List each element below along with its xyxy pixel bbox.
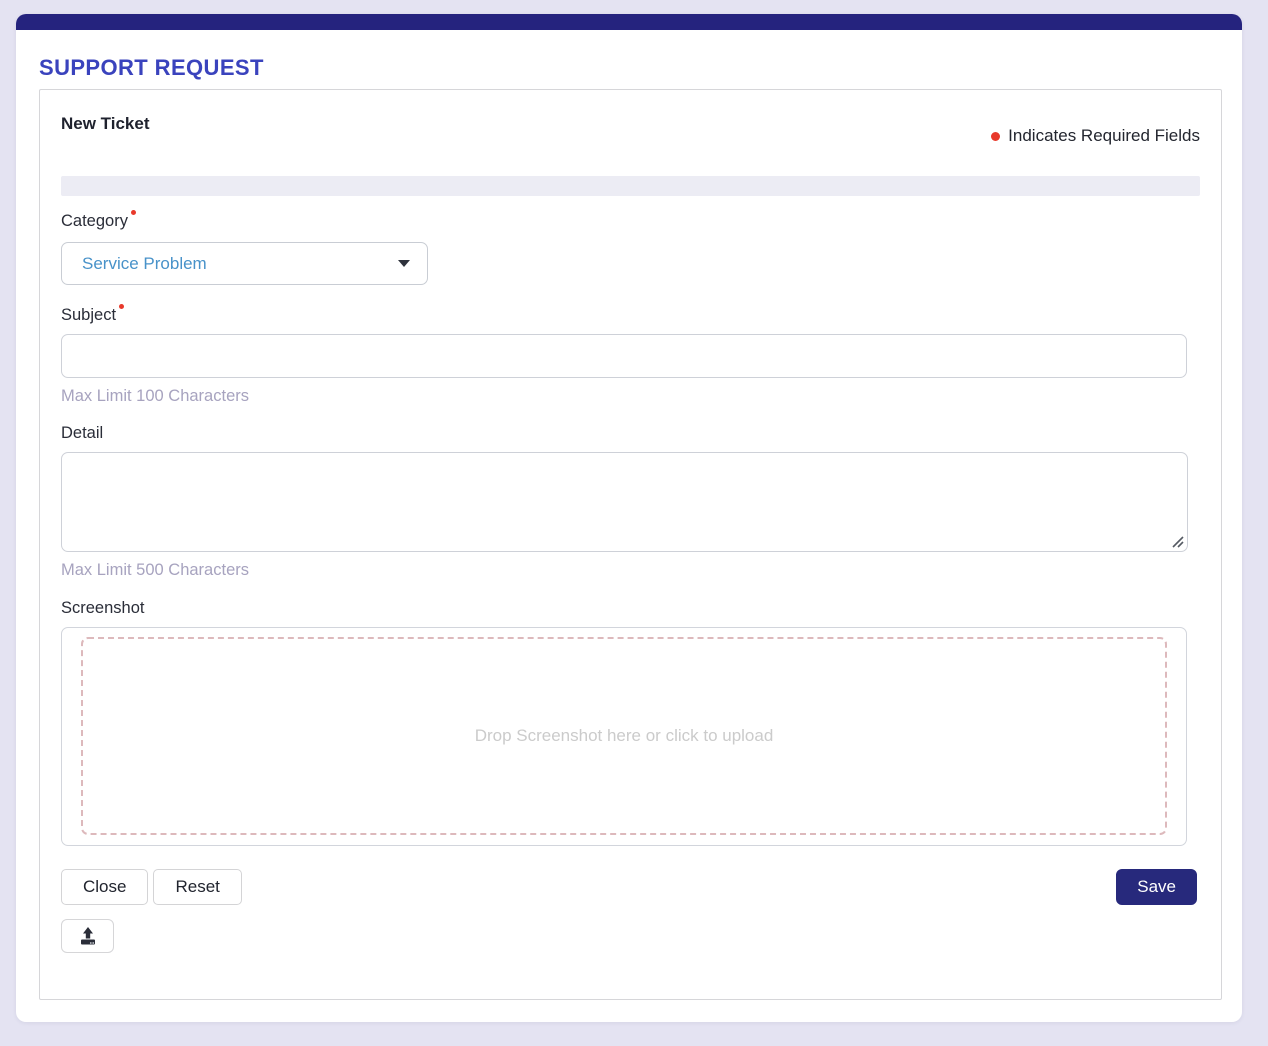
detail-hint: Max Limit 500 Characters — [61, 561, 1200, 580]
upload-button[interactable] — [61, 919, 114, 953]
subject-hint: Max Limit 100 Characters — [61, 387, 1200, 406]
required-dot-icon — [131, 210, 136, 215]
screenshot-dropzone-dashed-area: Drop Screenshot here or click to upload — [81, 637, 1167, 835]
required-fields-note: Indicates Required Fields — [991, 126, 1200, 146]
required-dot-icon — [119, 304, 124, 309]
required-note-text: Indicates Required Fields — [1008, 126, 1200, 146]
detail-textarea-wrap — [61, 452, 1188, 552]
category-label: Category — [61, 212, 136, 231]
upload-icon — [77, 926, 99, 946]
close-button[interactable]: Close — [61, 869, 148, 905]
dropzone-placeholder-text: Drop Screenshot here or click to upload — [475, 726, 774, 746]
new-ticket-card: New Ticket Indicates Required Fields Cat… — [39, 89, 1222, 1000]
page-container: SUPPORT REQUEST New Ticket Indicates Req… — [16, 14, 1242, 1022]
screenshot-dropzone[interactable]: Drop Screenshot here or click to upload — [61, 627, 1187, 846]
subject-label: Subject — [61, 306, 124, 325]
resize-handle-icon[interactable] — [1170, 534, 1184, 548]
page-title: SUPPORT REQUEST — [39, 55, 1242, 81]
reset-button[interactable]: Reset — [153, 869, 241, 905]
chevron-down-icon — [398, 260, 410, 267]
card-header: New Ticket Indicates Required Fields — [61, 114, 1200, 146]
required-dot-icon — [991, 132, 1000, 141]
subject-input[interactable] — [61, 334, 1187, 378]
detail-textarea[interactable] — [61, 452, 1188, 552]
top-navy-strip — [16, 14, 1242, 30]
actions-row: Close Reset Save — [61, 869, 1200, 905]
save-button[interactable]: Save — [1116, 869, 1197, 905]
divider-bar — [61, 176, 1200, 196]
screenshot-label: Screenshot — [61, 599, 144, 618]
detail-label: Detail — [61, 424, 103, 443]
category-selected-value: Service Problem — [82, 254, 207, 274]
card-heading: New Ticket — [61, 114, 150, 134]
category-select[interactable]: Service Problem — [61, 242, 428, 285]
